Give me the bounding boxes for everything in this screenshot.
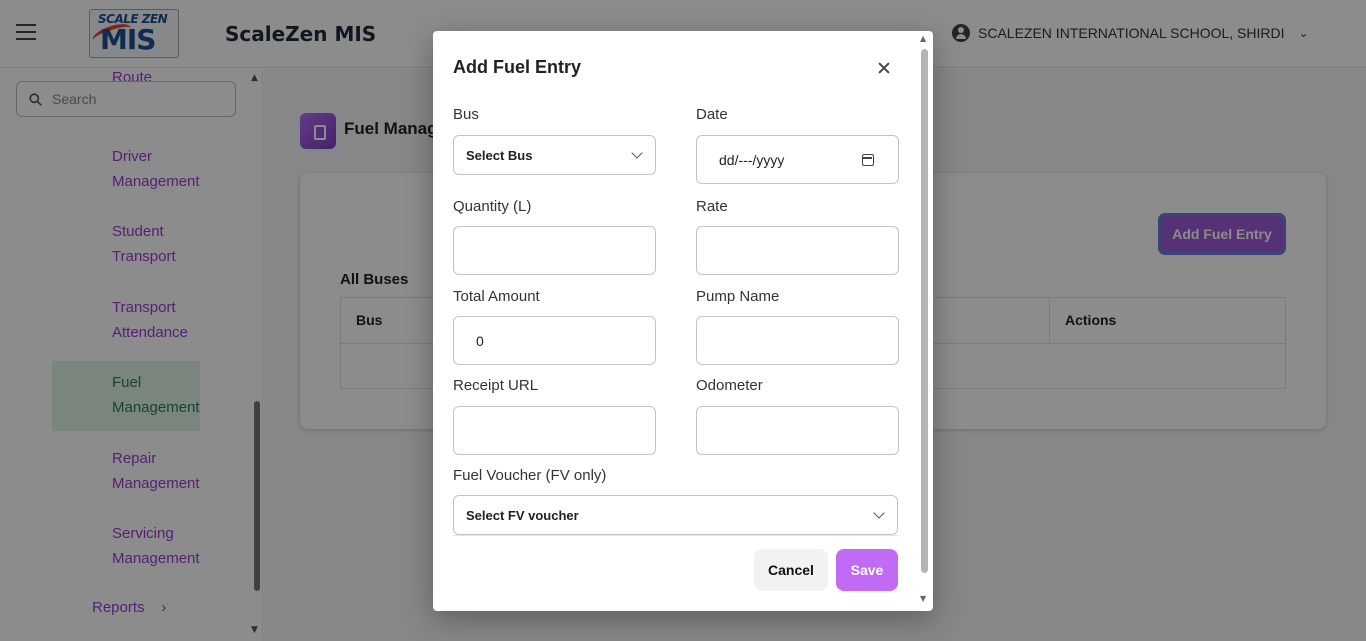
calendar-icon[interactable] [862,154,874,166]
dialog-scrollbar[interactable] [921,49,928,573]
receipt-url-label: Receipt URL [453,377,539,394]
total-amount-input[interactable]: 0 [453,316,656,365]
fuel-voucher-select[interactable]: Select FV voucher [453,495,898,535]
date-label: Date [696,106,728,123]
total-amount-label: Total Amount [453,288,540,305]
dialog-title: Add Fuel Entry [453,57,582,77]
total-amount-value: 0 [476,332,484,349]
rate-input[interactable] [696,226,899,275]
fuel-voucher-label: Fuel Voucher (FV only) [453,467,607,484]
date-placeholder: dd/---/yyyy [719,151,785,168]
pump-name-label: Pump Name [696,288,780,305]
odometer-label: Odometer [696,377,763,394]
cancel-button[interactable]: Cancel [754,549,828,591]
close-icon[interactable] [875,59,893,77]
pump-name-input[interactable] [696,316,899,365]
chevron-down-icon [631,147,643,159]
bus-select-value: Select Bus [466,147,533,163]
rate-label: Rate [696,198,728,215]
bus-label: Bus [453,106,479,123]
bus-select[interactable]: Select Bus [453,135,656,175]
fuel-voucher-select-value: Select FV voucher [466,507,579,523]
save-button[interactable]: Save [836,549,898,591]
scroll-up-arrow-icon[interactable]: ▲ [920,34,926,43]
odometer-input[interactable] [696,406,899,455]
receipt-url-input[interactable] [453,406,656,455]
quantity-label: Quantity (L) [453,198,532,215]
scroll-down-arrow-icon[interactable]: ▼ [920,594,926,603]
dialog-divider [453,535,898,536]
add-fuel-entry-dialog: Add Fuel Entry Bus Date Select Bus dd/--… [433,31,933,611]
chevron-down-icon [873,507,885,519]
quantity-input[interactable] [453,226,656,275]
date-input[interactable]: dd/---/yyyy [696,135,899,184]
